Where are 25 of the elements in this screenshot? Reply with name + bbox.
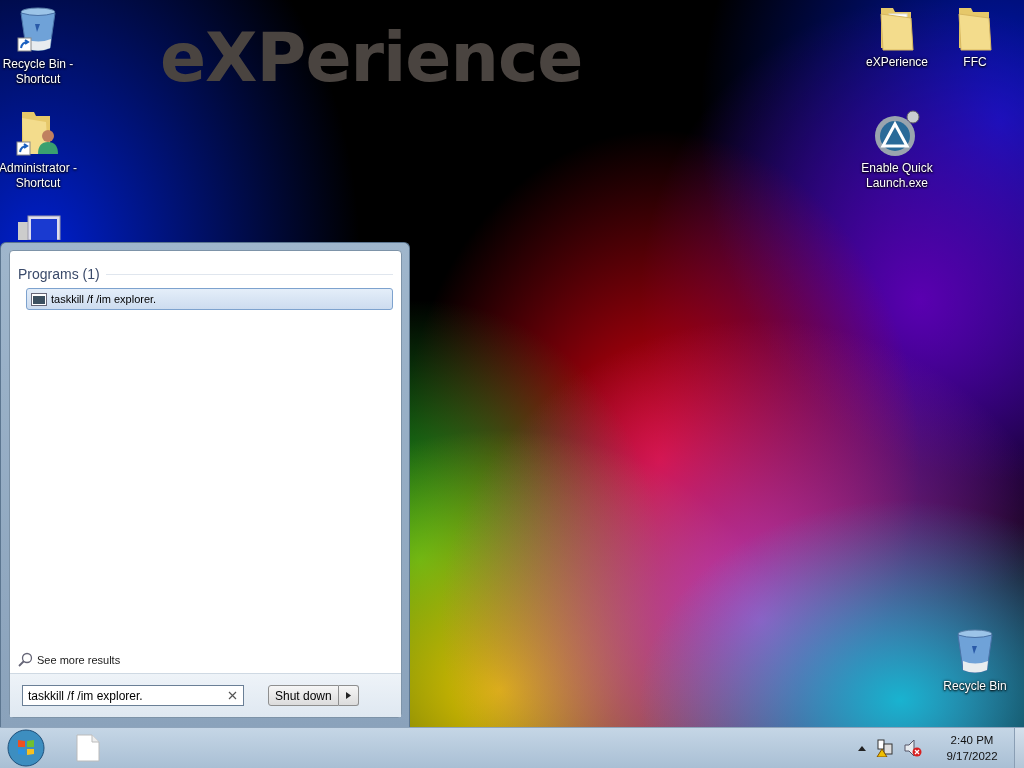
start-orb-icon[interactable] [6, 728, 46, 768]
clear-icon[interactable] [228, 691, 237, 700]
shutdown-options-button[interactable] [338, 685, 359, 706]
show-hidden-icons-icon[interactable] [858, 745, 866, 751]
arrow-right-icon [345, 692, 351, 699]
result-item[interactable]: taskkill /f /im explorer. [26, 288, 393, 310]
group-title: Programs (1) [18, 266, 100, 282]
icon-label[interactable]: Recycle Bin [943, 679, 1007, 694]
icon-label[interactable]: Enable Quick Launch.exe [857, 161, 937, 191]
icon-label[interactable]: FFC [963, 55, 987, 70]
round-app-icon[interactable] [873, 110, 921, 158]
search-field[interactable]: taskkill /f /im explorer. [22, 685, 244, 706]
speaker-muted-icon[interactable] [904, 739, 922, 757]
recycle-bin-icon[interactable] [954, 628, 996, 676]
clock-time[interactable]: 2:40 PM [950, 732, 994, 748]
clock-date[interactable]: 9/17/2022 [946, 748, 998, 764]
recycle-bin-shortcut-icon[interactable] [17, 6, 59, 54]
search-icon [18, 652, 33, 667]
icon-label[interactable]: eXPerience [865, 55, 928, 70]
see-more-results-link[interactable]: See more results [37, 653, 121, 666]
network-warning-icon[interactable] [876, 739, 894, 757]
icon-label[interactable]: Recycle Bin - Shortcut [0, 57, 78, 87]
user-folder-shortcut-icon[interactable] [16, 110, 60, 158]
console-window-icon [31, 292, 47, 306]
shut-down-button[interactable]: Shut down [268, 685, 339, 706]
